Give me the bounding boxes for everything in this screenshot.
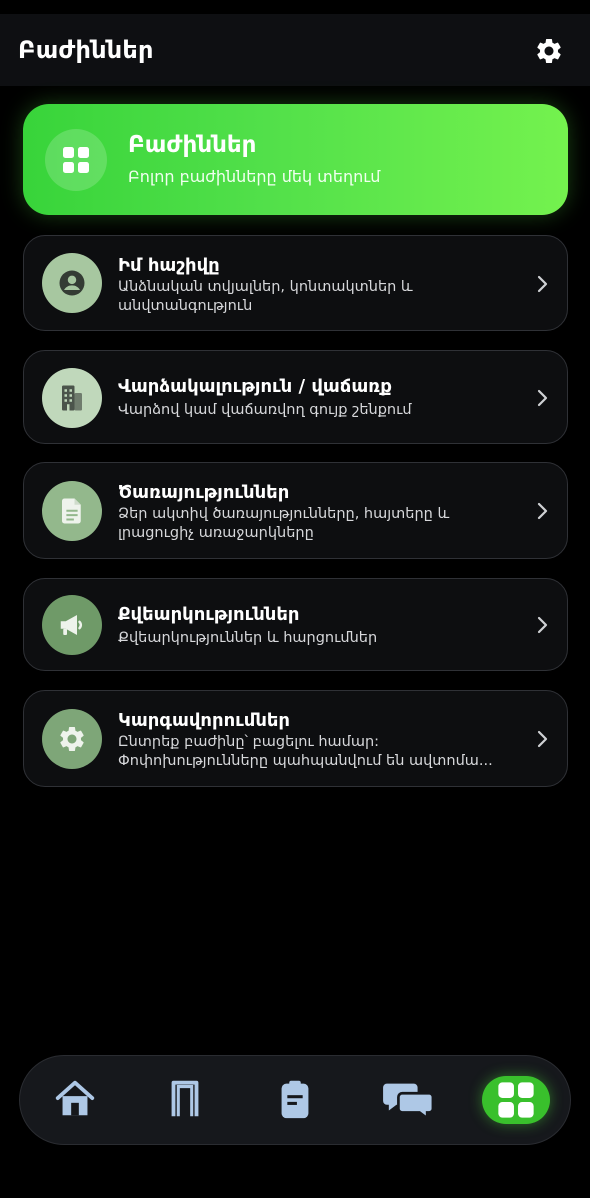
bottom-navigation (19, 1055, 571, 1145)
document-icon (42, 481, 102, 541)
account-icon (42, 253, 102, 313)
card-title: Քվեարկություններ (118, 604, 300, 625)
chat-icon[interactable] (380, 1076, 436, 1124)
chevron-right-icon (537, 275, 548, 293)
hero-title: Բաժիններ (128, 132, 257, 158)
building-icon (42, 368, 102, 428)
megaphone-icon (42, 595, 102, 655)
clipboard-icon[interactable] (270, 1076, 320, 1124)
card-description: Անձնական տվյալներ, կոնտակտներ և անվտանգո… (118, 279, 413, 314)
grid-icon (45, 129, 107, 191)
card-settings[interactable]: Կարգավորումներ Ընտրեք բաժինը՝ բացելու հա… (23, 690, 568, 787)
card-rent-sale[interactable]: Վարձակալություն / վաճառք Վարձով կամ վաճա… (23, 350, 568, 444)
settings-icon (42, 709, 102, 769)
card-description: Ձեր ակտիվ ծառայությունները, հայտերը և լր… (118, 506, 450, 541)
card-description: Քվեարկություններ և հարցումներ (118, 630, 378, 646)
chevron-right-icon (537, 389, 548, 407)
chevron-right-icon (537, 730, 548, 748)
grid-icon (498, 1082, 534, 1118)
card-title: Ծառայություններ (118, 482, 290, 503)
card-description: Ընտրեք բաժինը՝ բացելու համար: Փոփոխությո… (118, 734, 493, 769)
app-bar: Բաժիններ (0, 14, 590, 86)
card-my-account[interactable]: Իմ հաշիվը Անձնական տվյալներ, կոնտակտներ … (23, 235, 568, 331)
card-title: Վարձակալություն / վաճառք (118, 376, 392, 397)
card-services[interactable]: Ծառայություններ Ձեր ակտիվ ծառայություննե… (23, 462, 568, 559)
nav-sections-active[interactable] (482, 1076, 550, 1124)
page-title: Բաժիններ (18, 36, 154, 64)
sections-hero-card[interactable]: Բաժիններ Բոլոր բաժինները մեկ տեղում (23, 104, 568, 215)
door-icon[interactable] (160, 1076, 210, 1124)
card-title: Իմ հաշիվը (118, 255, 220, 276)
card-description: Վարձով կամ վաճառվող գույք շենքում (118, 402, 412, 418)
chevron-right-icon (537, 502, 548, 520)
gear-icon[interactable] (534, 36, 564, 66)
status-strip (0, 0, 590, 14)
hero-subtitle: Բոլոր բաժինները մեկ տեղում (128, 167, 381, 186)
chevron-right-icon (537, 616, 548, 634)
card-title: Կարգավորումներ (118, 710, 291, 731)
home-icon[interactable] (50, 1076, 100, 1124)
card-votes[interactable]: Քվեարկություններ Քվեարկություններ և հարց… (23, 578, 568, 671)
